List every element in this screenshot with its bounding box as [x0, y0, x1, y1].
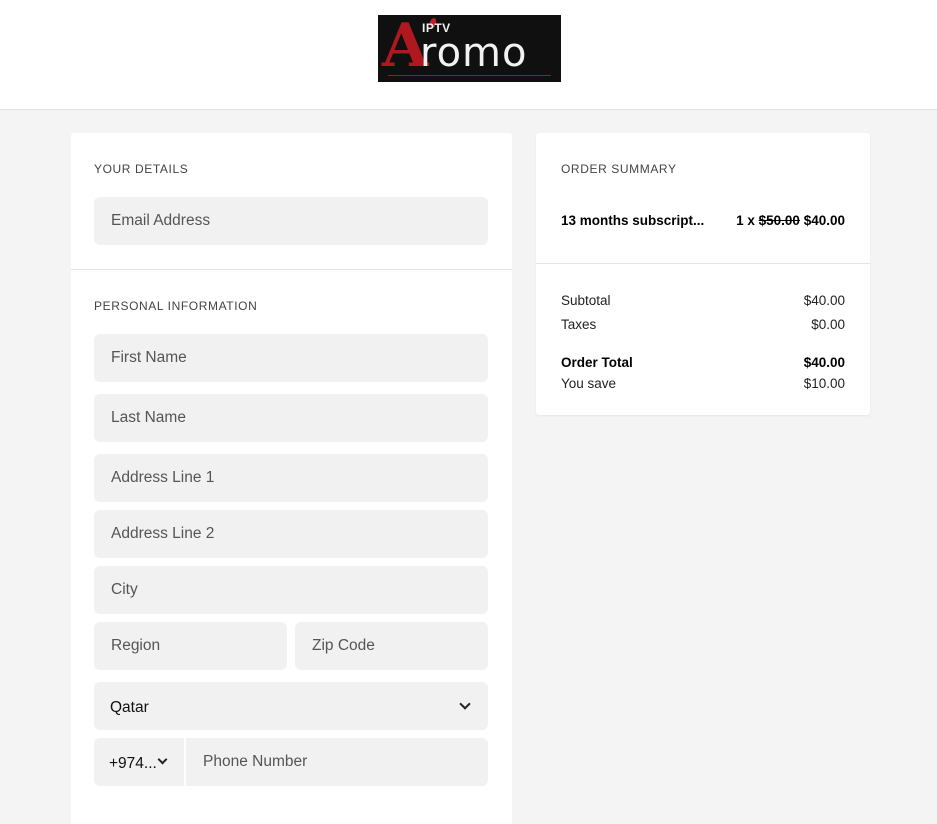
summary-divider — [536, 263, 870, 264]
address-line-1-field[interactable]: Address Line 1 — [94, 454, 488, 502]
subtotal-label: Subtotal — [561, 293, 611, 308]
order-summary-title: ORDER SUMMARY — [561, 162, 677, 176]
you-save-label: You save — [561, 376, 617, 391]
first-name-placeholder: First Name — [111, 349, 187, 366]
city-field[interactable]: City — [94, 566, 488, 614]
region-placeholder: Region — [111, 637, 161, 654]
you-save-row: You save $10.00 — [561, 376, 845, 391]
first-name-field[interactable]: First Name — [94, 334, 488, 382]
chevron-down-icon — [157, 754, 168, 765]
order-total-value: $40.00 — [803, 355, 845, 370]
address-line-2-placeholder: Address Line 2 — [111, 525, 215, 542]
logo-text: romo — [420, 30, 528, 76]
address-line-1-placeholder: Address Line 1 — [111, 469, 215, 486]
email-placeholder: Email Address — [111, 212, 211, 229]
zip-code-placeholder: Zip Code — [312, 637, 375, 654]
order-summary-card: ORDER SUMMARY 13 months subscript... 1 x… — [536, 133, 870, 415]
order-total-label: Order Total — [561, 355, 633, 370]
phone-code-select[interactable]: +974... — [94, 738, 184, 786]
item-name: 13 months subscript... — [561, 213, 705, 228]
order-line-item: 13 months subscript... 1 x $50.00 $40.00 — [561, 213, 845, 228]
order-total-row: Order Total $40.00 — [561, 355, 845, 370]
item-quantity: 1 x — [736, 213, 755, 228]
chevron-down-icon — [459, 698, 471, 710]
personal-info-title: PERSONAL INFORMATION — [94, 299, 258, 313]
phone-number-placeholder: Phone Number — [203, 753, 308, 770]
zip-code-field[interactable]: Zip Code — [295, 622, 488, 670]
item-pricing: 1 x $50.00 $40.00 — [736, 213, 845, 228]
region-field[interactable]: Region — [94, 622, 287, 670]
your-details-title: YOUR DETAILS — [94, 162, 189, 176]
item-price: $40.00 — [803, 213, 845, 228]
email-field[interactable]: Email Address — [94, 197, 488, 245]
phone-code-value: +974... — [109, 755, 157, 772]
subtotal-value: $40.00 — [803, 293, 845, 308]
last-name-field[interactable]: Last Name — [94, 394, 488, 442]
page-header: A IPTV romo — [0, 0, 937, 110]
country-value: Qatar — [110, 699, 149, 716]
taxes-value: $0.00 — [811, 317, 845, 332]
checkout-form-card: YOUR DETAILS Email Address PERSONAL INFO… — [71, 133, 512, 824]
logo-underline — [388, 75, 551, 76]
taxes-row: Taxes $0.00 — [561, 317, 845, 332]
country-select[interactable]: Qatar — [94, 682, 488, 730]
you-save-value: $10.00 — [803, 376, 845, 391]
subtotal-row: Subtotal $40.00 — [561, 293, 845, 308]
brand-logo[interactable]: A IPTV romo — [378, 15, 561, 82]
taxes-label: Taxes — [561, 317, 597, 332]
phone-number-field[interactable]: Phone Number — [186, 738, 488, 786]
section-divider — [71, 269, 512, 270]
item-old-price: $50.00 — [758, 213, 800, 228]
last-name-placeholder: Last Name — [111, 409, 186, 426]
city-placeholder: City — [111, 581, 138, 598]
address-line-2-field[interactable]: Address Line 2 — [94, 510, 488, 558]
